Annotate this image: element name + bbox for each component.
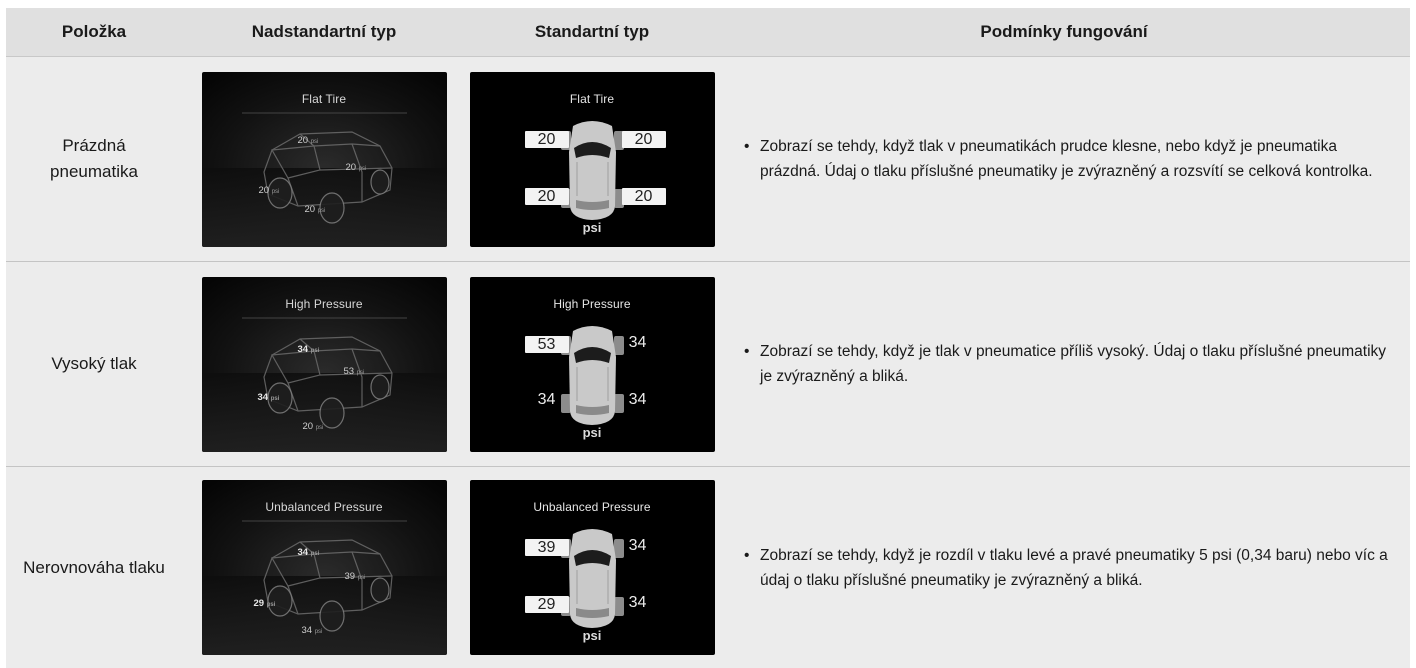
table-row: Nerovnováha tlaku — [6, 467, 1410, 668]
condition-cell: • Zobrazí se tehdy, když je rozdíl v tla… — [718, 467, 1410, 668]
premium-rear-right-pressure: 20 psi — [305, 204, 326, 215]
premium-rear-left-pressure: 20 psi — [259, 185, 280, 196]
standard-rear-left-pressure: 20 — [525, 188, 569, 205]
standard-cell: Flat Tire 20 20 20 20 psi — [466, 57, 718, 262]
standard-rear-left-pressure: 34 — [525, 390, 569, 410]
standard-rear-right-pressure: 20 — [622, 188, 666, 205]
standard-cell: High Pressure 53 34 34 34 psi — [466, 262, 718, 467]
premium-title: Flat Tire — [202, 92, 447, 106]
standard-front-right-pressure: 34 — [616, 333, 660, 353]
premium-rear-right-pressure: 34 psi — [302, 625, 323, 636]
header-conditions: Podmínky fungování — [718, 8, 1410, 57]
premium-title: Unbalanced Pressure — [202, 500, 447, 514]
premium-title: High Pressure — [202, 297, 447, 311]
standard-cluster-image: Unbalanced Pressure 39 34 29 34 psi — [470, 480, 715, 655]
premium-cell: Unbalanced Pressure 34 psi 39 psi 29 psi… — [182, 467, 466, 668]
row-item-label: Vysoký tlak — [6, 262, 182, 467]
bullet-icon: • — [744, 543, 760, 593]
standard-front-left-pressure: 53 — [525, 336, 569, 353]
premium-front-left-pressure: 34 psi — [298, 344, 320, 355]
table-row: Prázdná pneumatika — [6, 57, 1410, 262]
tpms-table: Položka Nadstandartní typ Standartní typ… — [6, 8, 1410, 668]
premium-rear-right-pressure: 20 psi — [303, 421, 324, 432]
premium-cluster-image: Unbalanced Pressure 34 psi 39 psi 29 psi… — [202, 480, 447, 655]
condition-cell: • Zobrazí se tehdy, když tlak v pneumati… — [718, 57, 1410, 262]
standard-front-right-pressure: 20 — [622, 131, 666, 148]
premium-rear-left-pressure: 34 psi — [258, 392, 280, 403]
premium-front-right-pressure: 20 psi — [346, 162, 367, 173]
bullet-icon: • — [744, 134, 760, 184]
condition-text: Zobrazí se tehdy, když tlak v pneumatiká… — [760, 134, 1390, 184]
standard-psi-unit: psi — [470, 425, 715, 440]
standard-rear-left-pressure: 29 — [525, 596, 569, 613]
table-row: Vysoký tlak — [6, 262, 1410, 467]
row-item-label: Nerovnováha tlaku — [6, 467, 182, 668]
premium-front-right-pressure: 53 psi — [344, 366, 365, 377]
standard-cluster-image: High Pressure 53 34 34 34 psi — [470, 277, 715, 452]
premium-cluster-image: High Pressure 34 psi 53 psi 34 psi 20 ps… — [202, 277, 447, 452]
standard-rear-right-pressure: 34 — [616, 390, 660, 410]
premium-front-left-pressure: 34 psi — [298, 547, 320, 558]
row-item-label: Prázdná pneumatika — [6, 57, 182, 262]
premium-front-left-pressure: 20 psi — [298, 135, 319, 146]
standard-title: Unbalanced Pressure — [470, 500, 715, 514]
standard-cell: Unbalanced Pressure 39 34 29 34 psi — [466, 467, 718, 668]
premium-rear-left-pressure: 29 psi — [254, 598, 276, 609]
premium-front-right-pressure: 39 psi — [345, 571, 366, 582]
header-item: Položka — [6, 8, 182, 57]
standard-front-right-pressure: 34 — [616, 536, 660, 556]
premium-cell: High Pressure 34 psi 53 psi 34 psi 20 ps… — [182, 262, 466, 467]
standard-psi-unit: psi — [470, 628, 715, 643]
bullet-icon: • — [744, 339, 760, 389]
premium-cluster-image: Flat Tire 20 psi 20 psi 20 psi 20 psi — [202, 72, 447, 247]
table-header-row: Položka Nadstandartní typ Standartní typ… — [6, 8, 1410, 57]
standard-front-left-pressure: 39 — [525, 539, 569, 556]
standard-title: High Pressure — [470, 297, 715, 311]
standard-rear-right-pressure: 34 — [616, 593, 660, 613]
standard-psi-unit: psi — [470, 220, 715, 235]
condition-text: Zobrazí se tehdy, když je tlak v pneumat… — [760, 339, 1390, 389]
header-standard-type: Standartní typ — [466, 8, 718, 57]
premium-cell: Flat Tire 20 psi 20 psi 20 psi 20 psi — [182, 57, 466, 262]
standard-title: Flat Tire — [470, 92, 715, 106]
condition-cell: • Zobrazí se tehdy, když je tlak v pneum… — [718, 262, 1410, 467]
condition-text: Zobrazí se tehdy, když je rozdíl v tlaku… — [760, 543, 1390, 593]
standard-cluster-image: Flat Tire 20 20 20 20 psi — [470, 72, 715, 247]
header-premium-type: Nadstandartní typ — [182, 8, 466, 57]
standard-front-left-pressure: 20 — [525, 131, 569, 148]
